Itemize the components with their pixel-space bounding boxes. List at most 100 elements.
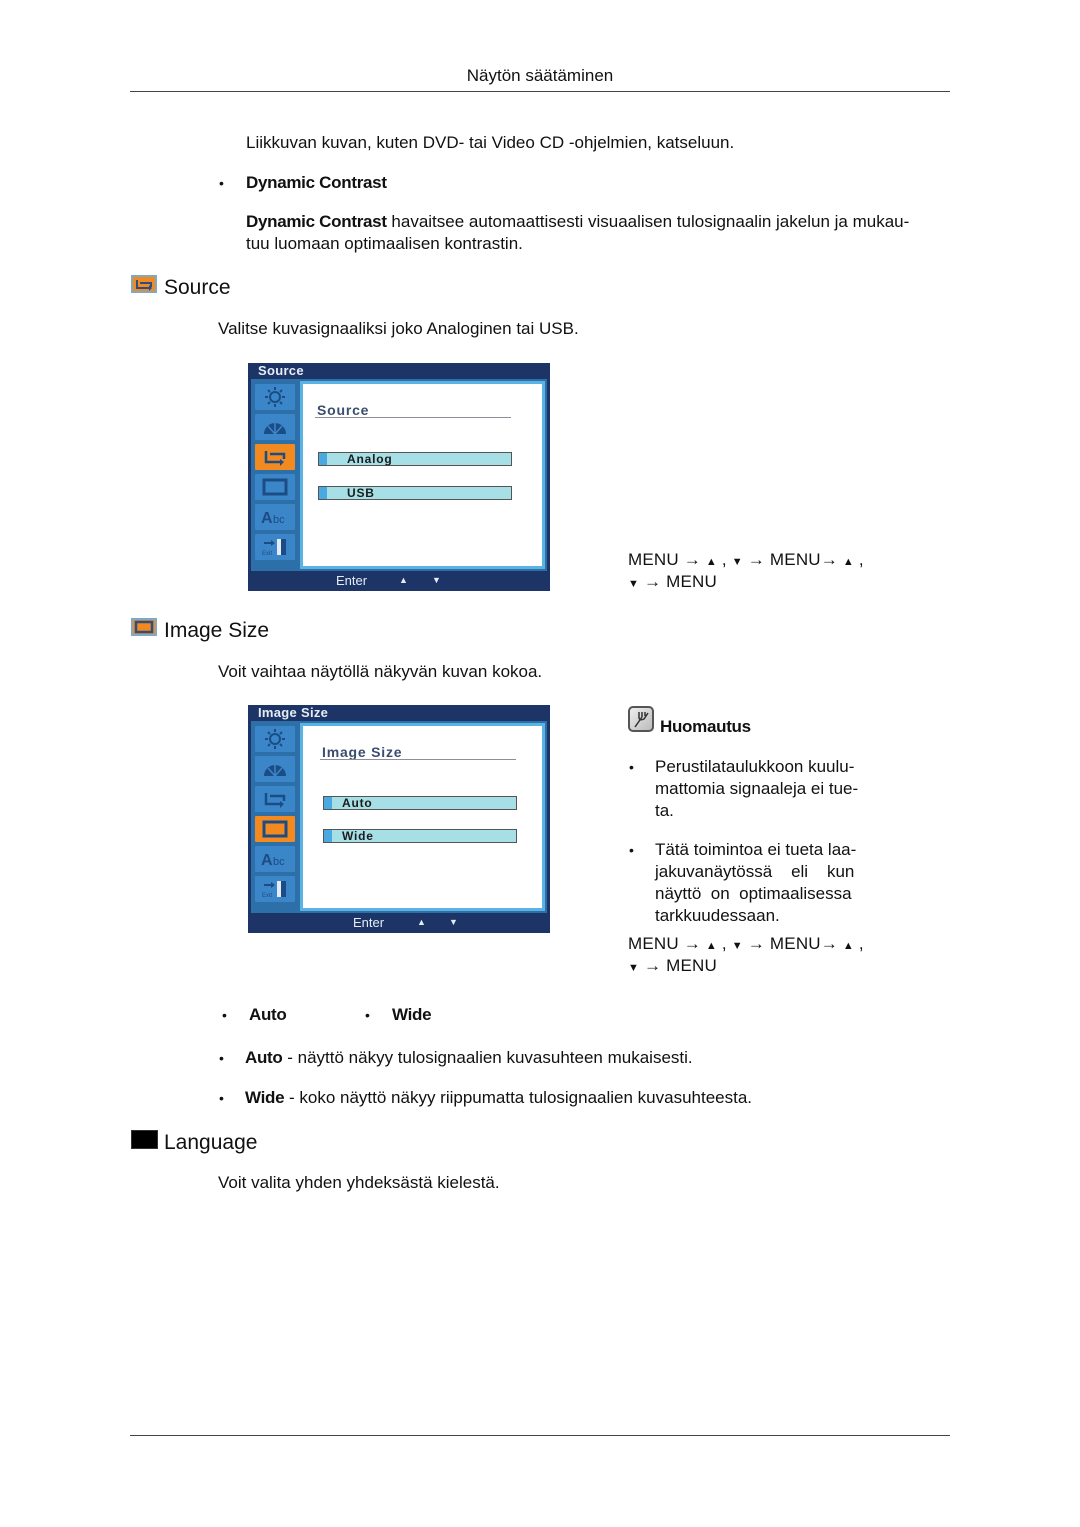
svg-text:bc: bc [273, 514, 285, 526]
brightness-icon [265, 387, 285, 407]
note-line: Perustilataulukkoon kuulu- [655, 757, 855, 776]
color-gauge-icon [264, 423, 286, 435]
osd-option-marker [324, 797, 332, 809]
svg-text:bc: bc [273, 856, 285, 868]
osd-footer: Enter ▲ ▼ [248, 571, 550, 591]
dynamic-contrast-label: Dynamic Contrast [246, 173, 387, 192]
osd-tab-color [254, 755, 296, 783]
image-size-menu-sequence-line1: MENU → ▲ , ▼ → MENU→ ▲ , [628, 933, 864, 957]
source-menu-sequence-line2: ▼ → MENU [628, 571, 717, 595]
osd-panel: Image Size Auto Wide [300, 723, 545, 911]
exit-icon: Exit [262, 539, 286, 557]
dynamic-contrast-desc-text: havaitsee automaattisesti visuaalisen tu… [386, 212, 910, 231]
option-text: - koko näyttö näkyy riippumatta tulosign… [284, 1088, 753, 1107]
osd-option-analog: Analog [318, 452, 512, 466]
language-abc-icon: Abc [261, 510, 285, 527]
osd-up-arrow-icon: ▲ [399, 575, 408, 585]
bullet: • [629, 842, 634, 858]
osd-option-marker [324, 830, 332, 842]
menu-seq-text: , [854, 934, 864, 953]
header-rule [130, 91, 950, 92]
osd-option-marker [319, 487, 327, 499]
osd-option-label: Auto [342, 796, 373, 810]
source-swap-icon [131, 275, 157, 293]
osd-option-label: Wide [342, 829, 374, 843]
language-abc-icon: Abc [261, 852, 285, 869]
up-arrow-icon: ▲ [705, 940, 717, 952]
brightness-icon [265, 729, 285, 749]
osd-frame: Abc Exit Image Size Auto Wide [251, 721, 547, 913]
bullet: • [365, 1007, 370, 1023]
osd-panel: Source Analog USB [300, 381, 545, 569]
dynamic-contrast-desc-line2: tuu luomaan optimaalisen kontrastin. [246, 234, 523, 253]
osd-heading: Image Size [322, 744, 403, 760]
color-gauge-icon [264, 765, 286, 777]
note-line: ta. [655, 801, 674, 820]
dynamic-contrast-term: Dynamic Contrast [246, 212, 387, 231]
menu-seq-text: → MENU [639, 572, 717, 591]
menu-seq-text: , [717, 550, 732, 569]
osd-tab-source [254, 443, 296, 471]
osd-tab-exit: Exit [254, 533, 296, 561]
osd-heading-underline [315, 417, 511, 418]
up-arrow-icon: ▲ [705, 556, 717, 568]
osd-tab-brightness [254, 725, 296, 753]
svg-text:A: A [261, 510, 273, 527]
menu-seq-text: → MENU→ [742, 934, 843, 953]
osd-up-arrow-icon: ▲ [417, 917, 426, 927]
down-arrow-icon: ▼ [731, 556, 743, 568]
note-item-1: Perustilataulukkoon kuulu- mattomia sign… [655, 756, 873, 822]
bullet: • [219, 175, 224, 191]
source-swap-icon [264, 451, 286, 466]
osd-window-title: Image Size [258, 705, 329, 720]
image-size-section-title: Image Size [164, 619, 270, 642]
up-arrow-icon: ▲ [842, 940, 854, 952]
language-section-title: Language [164, 1131, 258, 1154]
note-line: jakuvanäytössä eli kun [655, 862, 855, 881]
bullet: • [629, 759, 634, 775]
source-menu-sequence-line1: MENU → ▲ , ▼ → MENU→ ▲ , [628, 549, 864, 573]
down-arrow-icon: ▼ [731, 940, 743, 952]
image-size-icon [262, 478, 288, 496]
option-term: Auto [245, 1048, 283, 1067]
menu-seq-text: MENU → [628, 934, 706, 953]
osd-window-title: Source [258, 363, 304, 378]
osd-footer: Enter ▲ ▼ [248, 913, 550, 933]
osd-tab-source [254, 785, 296, 813]
source-swap-icon [264, 793, 286, 808]
source-osd-screenshot: Source Abc Exit Source Analog USB Enter … [248, 363, 550, 591]
osd-frame: Abc Exit Source Analog USB [251, 379, 547, 571]
svg-text:Exit: Exit [262, 893, 272, 899]
osd-enter-label: Enter [353, 915, 385, 930]
image-size-description: Voit vaihtaa näytöllä näkyvän kuvan koko… [218, 662, 543, 681]
menu-seq-text: , [717, 934, 732, 953]
osd-option-wide: Wide [323, 829, 517, 843]
option-term: Wide [245, 1088, 285, 1107]
osd-content: Source Analog USB [303, 384, 542, 566]
option-wide-label: Wide [392, 1005, 432, 1024]
menu-seq-text: MENU → [628, 550, 706, 569]
option-auto-description: Auto - näyttö näkyy tulosignaalien kuvas… [245, 1047, 693, 1069]
osd-option-label: USB [347, 486, 375, 500]
note-line: mattomia signaaleja ei tue- [655, 779, 859, 798]
page-header-title: Näytön säätäminen [466, 66, 614, 85]
osd-content: Image Size Auto Wide [303, 726, 542, 908]
osd-tab-color [254, 413, 296, 441]
note-title: Huomautus [660, 717, 751, 736]
note-line: näyttö on optimaalisessa [655, 884, 852, 903]
option-wide-description: Wide - koko näyttö näkyy riippumatta tul… [245, 1087, 752, 1109]
osd-tab-brightness [254, 383, 296, 411]
intro-text: Liikkuvan kuvan, kuten DVD- tai Video CD… [246, 133, 735, 152]
osd-tab-image-size [254, 473, 296, 501]
image-size-osd-screenshot: Image Size Abc Exit Image Size Auto Wide… [248, 705, 550, 933]
note-line: Tätä toimintoa ei tueta laa- [655, 840, 857, 859]
osd-enter-label: Enter [336, 573, 368, 588]
osd-tab-image-size [254, 815, 296, 843]
language-description: Voit valita yhden yhdeksästä kielestä. [218, 1173, 500, 1192]
bullet: • [219, 1050, 224, 1066]
note-line: tarkkuudessaan. [655, 906, 780, 925]
source-description: Valitse kuvasignaaliksi joko Analoginen … [218, 319, 579, 338]
down-arrow-icon: ▼ [628, 962, 640, 974]
osd-down-arrow-icon: ▼ [449, 917, 458, 927]
language-icon [131, 1130, 158, 1149]
